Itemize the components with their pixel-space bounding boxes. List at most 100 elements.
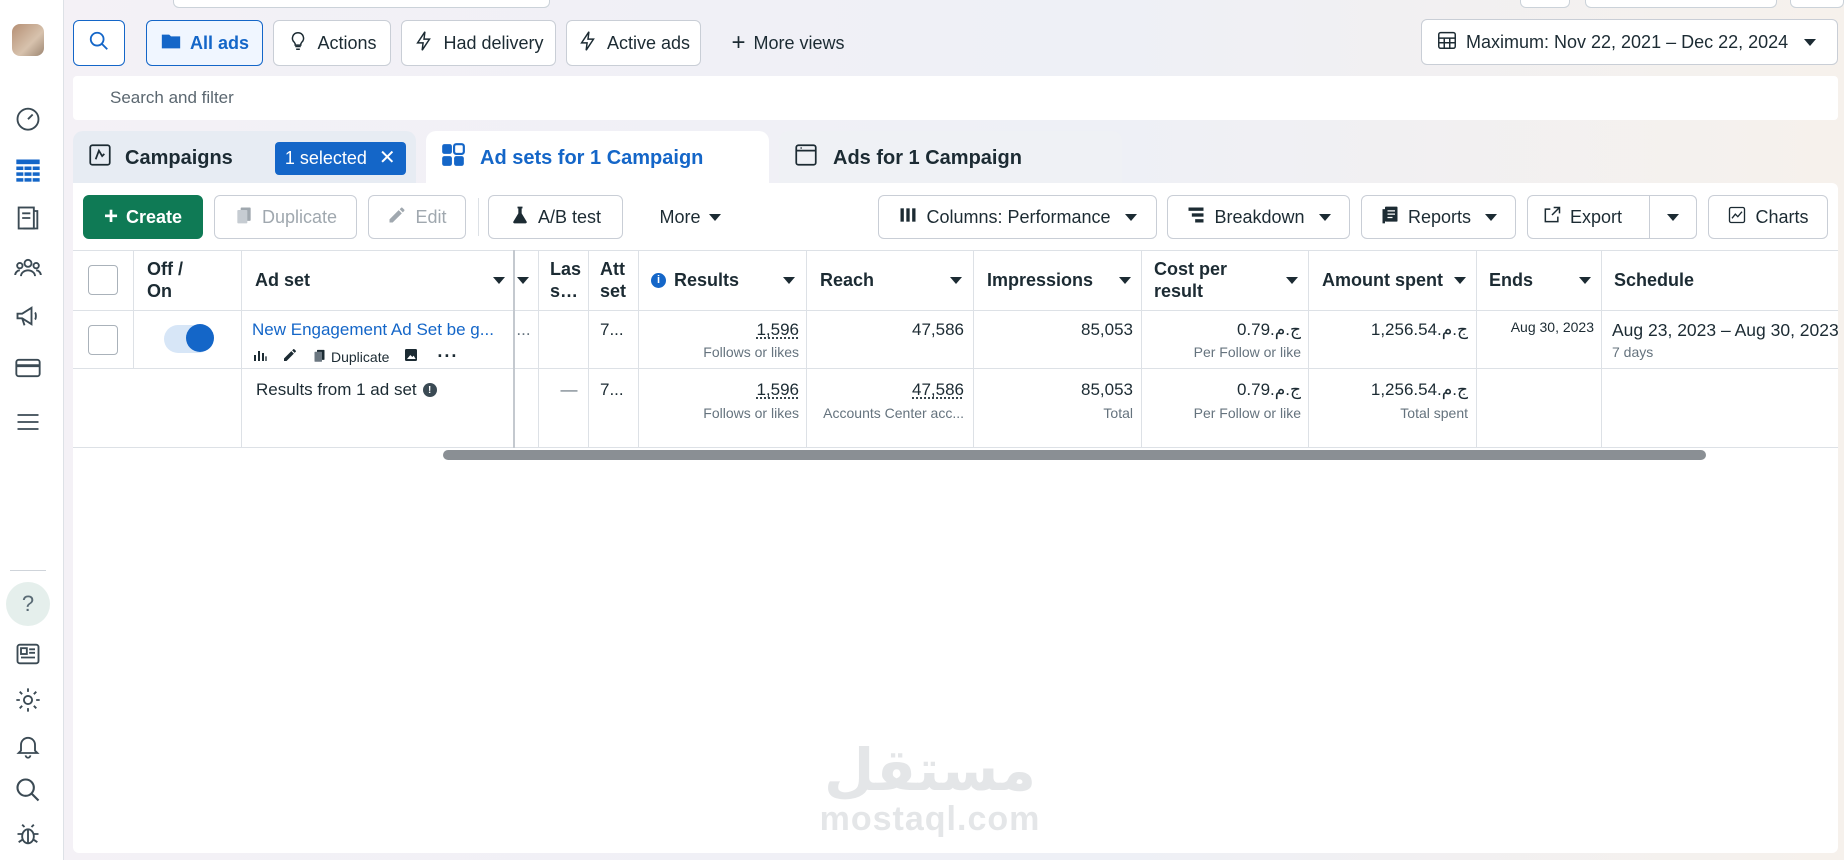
- header-attribution-setting[interactable]: Att set: [600, 250, 636, 310]
- had-delivery-label: Had delivery: [443, 32, 544, 53]
- header-cpr-line1: Cost per: [1154, 259, 1228, 279]
- chevron-down-icon: [1485, 213, 1498, 221]
- header-cost-per-result[interactable]: Cost per result: [1154, 250, 1304, 310]
- search-button[interactable]: [73, 20, 125, 66]
- header-results-label: Results: [674, 269, 740, 290]
- summary-results-sub: Follows or likes: [703, 405, 799, 421]
- toolbar-divider: [478, 198, 479, 236]
- row-impressions: 85,053: [1081, 320, 1133, 339]
- header-cpr-line2: result: [1154, 281, 1204, 301]
- duplicate-icon: [312, 348, 327, 366]
- more-views-button[interactable]: + More views: [718, 20, 858, 66]
- chevron-down-icon: [1804, 38, 1817, 46]
- row-checkbox[interactable]: [88, 325, 118, 355]
- more-options-icon[interactable]: ···: [437, 346, 458, 367]
- chevron-down-icon: [1124, 213, 1137, 221]
- close-icon[interactable]: ✕: [379, 148, 396, 168]
- row-duplicate-action[interactable]: Duplicate: [312, 348, 389, 366]
- lightning-icon: [413, 30, 435, 57]
- ab-test-label: A/B test: [537, 206, 602, 227]
- gear-icon[interactable]: [12, 684, 44, 716]
- all-ads-filter[interactable]: All ads: [146, 20, 263, 66]
- header-schedule[interactable]: Schedule: [1614, 250, 1834, 310]
- search-icon: [88, 30, 110, 57]
- date-range-picker[interactable]: Maximum: Nov 22, 2021 – Dec 22, 2024: [1421, 19, 1838, 65]
- audiences-icon[interactable]: [12, 252, 44, 284]
- header-last-significant-edit[interactable]: Las s…: [550, 250, 586, 310]
- reports-label: Reports: [1407, 206, 1472, 227]
- header-ad-set[interactable]: Ad set: [255, 250, 505, 310]
- header-reach[interactable]: Reach: [820, 250, 968, 310]
- header-hidden-col[interactable]: [517, 250, 535, 310]
- col-divider: [1476, 250, 1477, 448]
- date-range-label: Maximum: Nov 22, 2021 – Dec 22, 2024: [1466, 31, 1789, 52]
- tab-campaigns[interactable]: Campaigns 1 selected ✕: [73, 131, 416, 185]
- row-cost-per-result: ج.م.0.79: [1236, 320, 1301, 339]
- reports-dropdown[interactable]: Reports: [1361, 195, 1516, 239]
- ad-set-on-off-toggle[interactable]: [164, 324, 214, 353]
- row-actions: Duplicate ···: [252, 346, 458, 367]
- bell-icon[interactable]: [12, 730, 44, 762]
- create-button[interactable]: + Create: [83, 195, 203, 239]
- row-duplicate-label: Duplicate: [331, 348, 390, 365]
- summary-label: Results from 1 ad set !: [256, 380, 437, 400]
- top-clipped-button: [1520, 0, 1570, 8]
- tab-ad-sets[interactable]: Ad sets for 1 Campaign: [426, 131, 769, 185]
- actions-filter[interactable]: Actions: [273, 20, 391, 66]
- select-all-checkbox[interactable]: [88, 265, 118, 295]
- info-icon[interactable]: !: [422, 383, 437, 397]
- columns-dropdown[interactable]: Columns: Performance: [878, 195, 1157, 239]
- help-icon[interactable]: ?: [6, 582, 50, 626]
- columns-label: Columns: Performance: [926, 206, 1111, 227]
- export-options-dropdown[interactable]: [1650, 195, 1697, 239]
- view-charts-icon[interactable]: [252, 347, 268, 366]
- edit-pencil-icon[interactable]: [282, 347, 298, 366]
- active-ads-filter[interactable]: Active ads: [566, 20, 701, 66]
- header-impressions[interactable]: Impressions: [987, 250, 1137, 310]
- watermark-arabic: مستقل: [823, 736, 1037, 804]
- billing-card-icon[interactable]: [12, 352, 44, 384]
- header-schedule-label: Schedule: [1614, 269, 1695, 290]
- had-delivery-filter[interactable]: Had delivery: [401, 20, 556, 66]
- news-icon[interactable]: [12, 638, 44, 670]
- col-divider: [638, 250, 639, 448]
- account-avatar[interactable]: [12, 24, 44, 56]
- row-results-sub: Follows or likes: [703, 344, 799, 360]
- megaphone-icon[interactable]: [12, 300, 44, 332]
- more-dropdown[interactable]: More: [635, 195, 745, 239]
- pages-icon[interactable]: [12, 202, 44, 234]
- col-divider: [133, 250, 134, 368]
- col-divider: [538, 250, 539, 448]
- menu-icon[interactable]: [12, 406, 44, 438]
- charts-button[interactable]: Charts: [1708, 195, 1828, 239]
- header-amount-spent[interactable]: Amount spent: [1322, 250, 1472, 310]
- table-border: [73, 310, 1838, 311]
- header-off-on-line2: On: [147, 281, 172, 301]
- row-attribution: 7...: [600, 320, 624, 339]
- ads-manager-table-icon[interactable]: [12, 154, 44, 186]
- header-results[interactable]: i Results: [651, 250, 801, 310]
- summary-attribution: 7...: [600, 380, 624, 399]
- search-and-filter-input[interactable]: Search and filter: [73, 76, 1838, 120]
- header-ends[interactable]: Ends: [1489, 250, 1597, 310]
- bug-icon[interactable]: [12, 818, 44, 850]
- preview-image-icon[interactable]: [403, 347, 419, 366]
- duplicate-button[interactable]: Duplicate: [214, 195, 357, 239]
- info-icon[interactable]: i: [651, 272, 666, 288]
- ab-test-button[interactable]: A/B test: [488, 195, 623, 239]
- horizontal-scrollbar[interactable]: [443, 450, 1706, 460]
- edit-button[interactable]: Edit: [368, 195, 466, 239]
- dashboard-icon[interactable]: [12, 102, 44, 134]
- summary-reach: 47,586: [912, 380, 964, 399]
- search-icon[interactable]: [12, 774, 44, 806]
- row-reach: 47,586: [912, 320, 964, 339]
- selected-badge[interactable]: 1 selected ✕: [274, 141, 406, 175]
- breakdown-dropdown[interactable]: Breakdown: [1167, 195, 1350, 239]
- row-cost-per-result-sub: Per Follow or like: [1193, 344, 1301, 360]
- sort-caret-icon[interactable]: [493, 276, 505, 284]
- ad-set-name-link[interactable]: New Engagement Ad Set be g...: [252, 320, 510, 340]
- summary-results: 1,596: [756, 380, 799, 399]
- tab-ads[interactable]: Ads for 1 Campaign: [779, 131, 1122, 185]
- header-amount-label: Amount spent: [1322, 269, 1443, 290]
- header-att-line2: set: [600, 281, 627, 301]
